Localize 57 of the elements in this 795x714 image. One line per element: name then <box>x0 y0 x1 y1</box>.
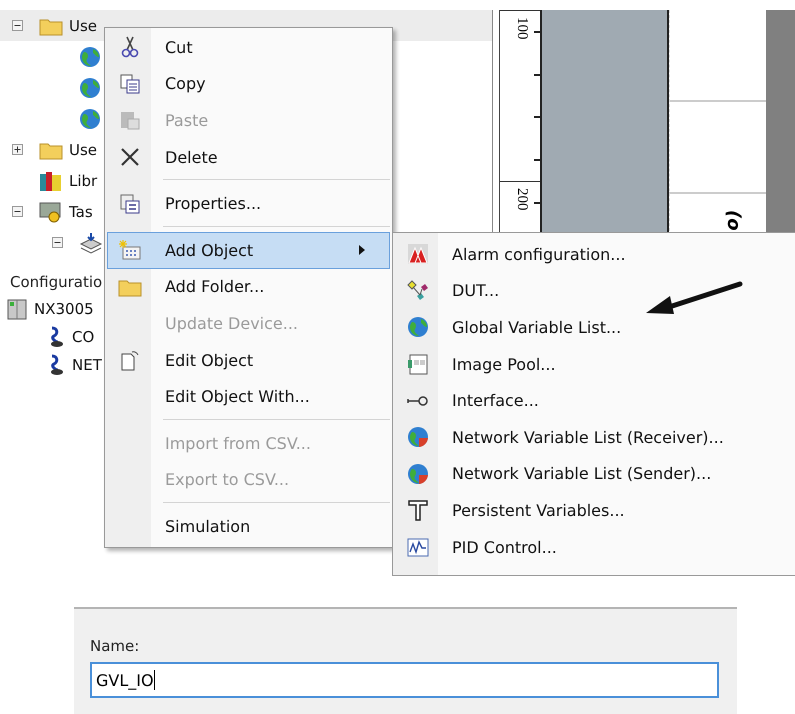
device-icon <box>6 298 28 320</box>
task-icon <box>39 200 63 222</box>
persistent-icon <box>407 499 429 522</box>
tree-item-label[interactable]: Use <box>69 140 98 158</box>
menu-item[interactable]: Simulation <box>107 508 390 545</box>
globe-icon <box>407 462 429 485</box>
globe-icon <box>79 108 101 130</box>
menu-item[interactable]: Interface... <box>395 382 795 419</box>
properties-icon <box>119 192 141 215</box>
menu-item[interactable]: PID Control... <box>395 528 795 566</box>
menu-item[interactable]: Edit Object With... <box>107 378 390 415</box>
name-input-field[interactable]: GVL_IO <box>90 662 719 698</box>
menu-item[interactable]: Delete <box>107 138 390 176</box>
menu-item[interactable]: Persistent Variables... <box>395 492 795 529</box>
interface-icon <box>407 394 429 407</box>
add-object-icon <box>119 239 141 262</box>
scissors-icon <box>120 36 140 58</box>
tree-item-label[interactable]: CO <box>72 328 94 346</box>
pid-icon <box>407 536 429 558</box>
menu-item[interactable]: Network Variable List (Sender)... <box>395 456 795 492</box>
tree-item-label[interactable]: NET <box>72 356 102 374</box>
copy-icon <box>119 72 141 95</box>
ruler-number: 200 <box>513 188 530 210</box>
alarm-icon <box>407 243 429 266</box>
menu-item[interactable]: Global Variable List... <box>395 309 795 346</box>
menu-item[interactable]: Image Pool... <box>395 346 795 382</box>
field-label: Name: <box>90 637 140 655</box>
menu-item[interactable]: Add Object <box>107 232 390 269</box>
tree-item-label[interactable]: Use <box>69 16 98 34</box>
paste-icon <box>119 109 141 132</box>
section-heading: Configuratio <box>10 273 102 293</box>
globe-icon <box>407 426 429 448</box>
delete-icon <box>119 146 141 168</box>
collapse-toggle[interactable] <box>12 206 23 217</box>
menu-item[interactable]: Copy <box>107 66 390 102</box>
collapse-toggle[interactable] <box>12 20 23 31</box>
menu-item[interactable]: Alarm configuration... <box>395 236 795 273</box>
menu-item[interactable]: Network Variable List (Receiver)... <box>395 418 795 456</box>
document-icon <box>119 349 141 372</box>
globe-icon <box>79 76 101 98</box>
canvas-text: (o <box>723 210 744 231</box>
tree-item-label[interactable]: Tas <box>69 202 93 220</box>
ruler-number: 100 <box>513 17 530 40</box>
expand-toggle[interactable] <box>12 144 23 155</box>
menu-item[interactable]: Properties... <box>107 185 390 222</box>
tree-item-label[interactable]: Libr <box>69 172 98 190</box>
image-pool-icon <box>407 353 429 376</box>
stack-icon <box>79 232 103 254</box>
menu-item[interactable]: DUT... <box>395 272 795 310</box>
globe-icon <box>79 46 101 68</box>
globe-icon <box>407 316 429 338</box>
tree-item-label[interactable]: NX3005 <box>34 300 94 318</box>
dut-icon <box>407 280 429 302</box>
collapse-toggle[interactable] <box>52 237 63 248</box>
books-icon <box>39 170 63 192</box>
menu-item[interactable]: Add Folder... <box>107 268 390 306</box>
menu-item[interactable]: Edit Object <box>107 342 390 378</box>
